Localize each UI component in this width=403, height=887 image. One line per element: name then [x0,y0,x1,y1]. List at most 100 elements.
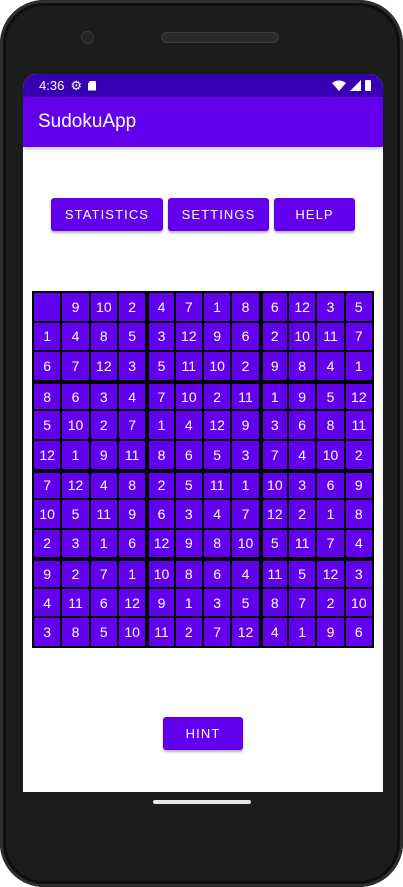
board-cell[interactable]: 12 [344,380,373,411]
board-cell[interactable]: 6 [118,528,147,559]
board-cell[interactable]: 9 [33,558,62,588]
board-cell[interactable]: 3 [146,321,175,352]
board-cell[interactable] [33,292,62,322]
board-cell[interactable]: 8 [231,292,260,322]
board-cell[interactable]: 1 [316,499,345,529]
board-cell[interactable]: 7 [316,528,345,559]
board-cell[interactable]: 12 [89,351,118,381]
board-cell[interactable]: 2 [146,469,175,500]
board-cell[interactable]: 8 [288,351,317,381]
board-cell[interactable]: 11 [344,410,373,440]
statistics-button[interactable]: STATISTICS [51,198,163,231]
board-cell[interactable]: 5 [288,558,317,588]
board-cell[interactable]: 6 [33,351,62,381]
board-cell[interactable]: 7 [61,351,90,381]
board-cell[interactable]: 4 [174,410,203,440]
board-cell[interactable]: 9 [174,528,203,559]
board-cell[interactable]: 11 [259,558,288,588]
board-cell[interactable]: 8 [33,380,62,411]
hint-button[interactable]: HINT [163,717,243,750]
board-cell[interactable]: 3 [33,617,62,647]
board-cell[interactable]: 1 [203,292,232,322]
board-cell[interactable]: 1 [288,617,317,647]
board-cell[interactable]: 9 [231,410,260,440]
board-cell[interactable]: 11 [231,380,260,411]
board-cell[interactable]: 8 [89,321,118,352]
board-cell[interactable]: 4 [61,321,90,352]
board-cell[interactable]: 10 [288,321,317,352]
board-cell[interactable]: 4 [231,558,260,588]
board-cell[interactable]: 12 [231,617,260,647]
board-cell[interactable]: 12 [316,558,345,588]
board-cell[interactable]: 7 [146,380,175,411]
board-cell[interactable]: 5 [174,469,203,500]
board-cell[interactable]: 10 [259,469,288,500]
board-cell[interactable]: 7 [231,499,260,529]
board-cell[interactable]: 8 [146,439,175,470]
board-cell[interactable]: 1 [231,469,260,500]
board-cell[interactable]: 3 [316,292,345,322]
board-cell[interactable]: 5 [203,439,232,470]
board-cell[interactable]: 11 [89,499,118,529]
board-cell[interactable]: 1 [174,587,203,618]
board-cell[interactable]: 10 [231,528,260,559]
board-cell[interactable]: 12 [146,528,175,559]
board-cell[interactable]: 5 [146,351,175,381]
board-cell[interactable]: 2 [231,351,260,381]
board-cell[interactable]: 10 [33,499,62,529]
board-cell[interactable]: 1 [33,321,62,352]
board-cell[interactable]: 9 [259,351,288,381]
board-cell[interactable]: 3 [259,410,288,440]
board-cell[interactable]: 5 [33,410,62,440]
board-cell[interactable]: 4 [259,617,288,647]
board-cell[interactable]: 7 [288,587,317,618]
board-cell[interactable]: 7 [33,469,62,500]
board-cell[interactable]: 12 [33,439,62,470]
board-cell[interactable]: 11 [203,469,232,500]
board-cell[interactable]: 10 [61,410,90,440]
board-cell[interactable]: 6 [288,410,317,440]
board-cell[interactable]: 7 [118,410,147,440]
board-cell[interactable]: 6 [316,469,345,500]
board-cell[interactable]: 4 [316,351,345,381]
board-cell[interactable]: 8 [344,499,373,529]
board-cell[interactable]: 9 [288,380,317,411]
board-cell[interactable]: 8 [61,617,90,647]
board-cell[interactable]: 6 [146,499,175,529]
settings-button[interactable]: SETTINGS [168,198,269,231]
board-cell[interactable]: 8 [118,469,147,500]
board-cell[interactable]: 1 [344,351,373,381]
board-cell[interactable]: 11 [288,528,317,559]
board-cell[interactable]: 8 [174,558,203,588]
board-cell[interactable]: 11 [174,351,203,381]
board-cell[interactable]: 3 [118,351,147,381]
board-cell[interactable]: 8 [316,410,345,440]
board-cell[interactable]: 3 [344,558,373,588]
board-cell[interactable]: 2 [203,380,232,411]
board-cell[interactable]: 5 [231,587,260,618]
board-cell[interactable]: 11 [316,321,345,352]
board-cell[interactable]: 9 [344,469,373,500]
board-cell[interactable]: 9 [89,439,118,470]
board-cell[interactable]: 6 [231,321,260,352]
board-cell[interactable]: 6 [344,617,373,647]
board-cell[interactable]: 10 [174,380,203,411]
board-cell[interactable]: 2 [344,439,373,470]
board-cell[interactable]: 6 [174,439,203,470]
board-cell[interactable]: 1 [89,528,118,559]
board-cell[interactable]: 7 [203,617,232,647]
board-cell[interactable]: 9 [203,321,232,352]
board-cell[interactable]: 5 [89,617,118,647]
board-cell[interactable]: 12 [203,410,232,440]
board-cell[interactable]: 10 [118,617,147,647]
board-cell[interactable]: 3 [61,528,90,559]
board-cell[interactable]: 4 [203,499,232,529]
board-cell[interactable]: 7 [174,292,203,322]
board-cell[interactable]: 9 [61,292,90,322]
board-cell[interactable]: 12 [288,292,317,322]
board-cell[interactable]: 9 [146,587,175,618]
board-cell[interactable]: 5 [118,321,147,352]
board-cell[interactable]: 2 [61,558,90,588]
board-cell[interactable]: 4 [118,380,147,411]
board-cell[interactable]: 4 [288,439,317,470]
